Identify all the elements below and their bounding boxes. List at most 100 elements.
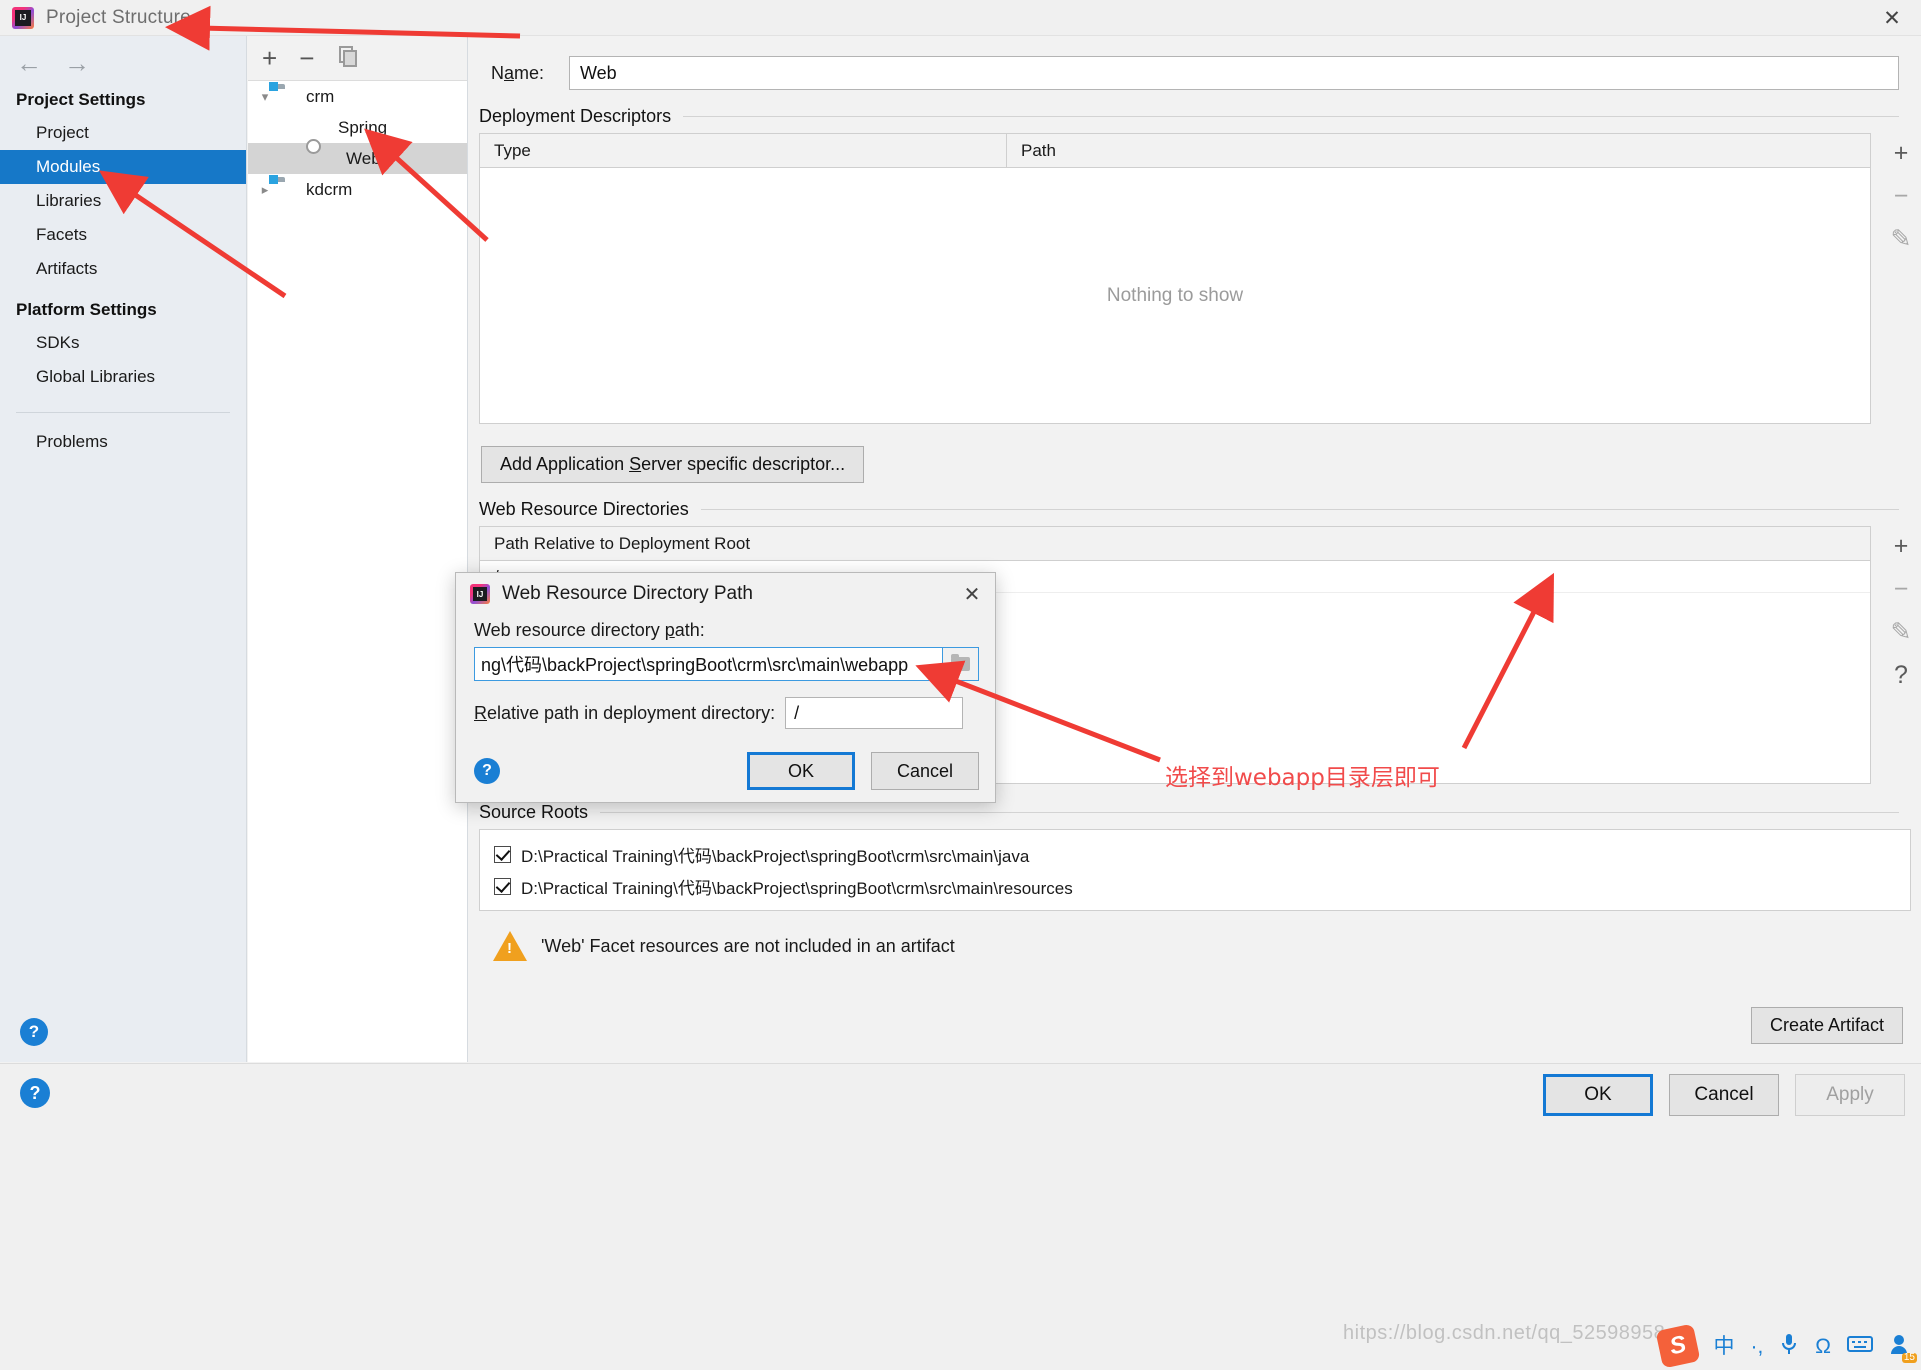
web-resource-directories-toolbar: + − ✎ ?: [1881, 526, 1921, 688]
sidebar-group-project-settings: Project Settings: [16, 90, 146, 109]
checkbox-checked-icon[interactable]: [494, 877, 511, 895]
source-roots-list: D:\Practical Training\代码\backProject\spr…: [479, 829, 1911, 911]
remove-module-button[interactable]: −: [299, 45, 314, 71]
chinese-mode-icon[interactable]: 中: [1713, 1336, 1734, 1357]
annotation-note: 选择到webapp目录层即可: [1165, 765, 1440, 791]
sogou-logo-icon[interactable]: S: [1655, 1323, 1702, 1369]
tree-node-label: kdcrm: [306, 179, 353, 199]
section-title: Source Roots: [479, 802, 589, 822]
help-icon[interactable]: ?: [20, 1018, 48, 1046]
module-name-row: Name:: [469, 36, 1921, 90]
web-resource-directories-heading: Web Resource Directories: [469, 483, 1921, 526]
tree-node-crm[interactable]: ▾ crm: [248, 81, 467, 112]
close-icon[interactable]: ✕: [959, 582, 985, 606]
ime-taskbar: S 中 ·, Ω 15: [1655, 1322, 1921, 1370]
keyboard-icon[interactable]: [1847, 1334, 1873, 1358]
remove-descriptor-icon[interactable]: −: [1894, 184, 1909, 209]
window-title: Project Structure: [46, 6, 191, 28]
module-name-input[interactable]: [569, 56, 1899, 90]
list-item[interactable]: D:\Practical Training\代码\backProject\spr…: [480, 838, 1910, 870]
mic-icon[interactable]: [1779, 1332, 1799, 1360]
footer-buttons: OK Cancel Apply: [1543, 1074, 1905, 1116]
cancel-button[interactable]: Cancel: [1669, 1074, 1779, 1116]
sidebar-item-sdks[interactable]: SDKs: [0, 326, 246, 360]
create-artifact-button[interactable]: Create Artifact: [1750, 1007, 1903, 1044]
web-resource-path-input[interactable]: [474, 647, 942, 681]
warning-triangle-icon: [493, 931, 527, 961]
checkbox-checked-icon[interactable]: [494, 845, 511, 863]
add-module-button[interactable]: +: [262, 45, 277, 71]
section-title: Deployment Descriptors: [479, 106, 672, 126]
chevron-right-icon[interactable]: ▸: [254, 182, 276, 198]
dialog-title: Web Resource Directory Path: [502, 583, 753, 604]
sidebar-item-modules[interactable]: Modules: [0, 150, 246, 184]
intellij-idea-logo-icon: [470, 584, 490, 604]
tree-node-label: Spring: [338, 117, 388, 137]
module-tree-toolbar: + −: [248, 36, 467, 81]
web-resource-path-row: [456, 647, 995, 681]
omega-symbol-icon[interactable]: Ω: [1815, 1336, 1831, 1357]
arrow-right-icon[interactable]: →: [64, 50, 90, 76]
user-icon[interactable]: 15: [1889, 1333, 1917, 1363]
artifact-warning: 'Web' Facet resources are not included i…: [469, 911, 1921, 961]
folder-module-icon: [276, 181, 298, 199]
tree-node-spring[interactable]: Spring: [248, 112, 467, 143]
section-rule: [700, 509, 1899, 510]
module-tree-panel: + − ▾ crm Spring Web ▸ kdcrm: [248, 36, 468, 1062]
column-header-path-relative: Path Relative to Deployment Root: [480, 527, 1870, 561]
intellij-idea-logo-icon: [12, 6, 34, 29]
settings-sidebar: ← → Project Settings Project Modules Lib…: [0, 36, 247, 1062]
copy-icon[interactable]: [336, 44, 360, 72]
web-facet-icon: [316, 150, 338, 168]
web-resource-directory-path-dialog: Web Resource Directory Path ✕ Web resour…: [455, 572, 996, 803]
dialog-cancel-button[interactable]: Cancel: [871, 752, 979, 790]
help-web-resource-icon[interactable]: ?: [1894, 663, 1908, 688]
spring-facet-icon: [308, 119, 330, 137]
ok-button[interactable]: OK: [1543, 1074, 1653, 1116]
sidebar-item-facets[interactable]: Facets: [0, 218, 246, 252]
sidebar-group-platform-settings: Platform Settings: [16, 300, 157, 319]
sidebar-item-artifacts[interactable]: Artifacts: [0, 252, 246, 286]
section-rule: [683, 116, 1899, 117]
deployment-descriptors-table: Type Path Nothing to show: [479, 133, 1871, 424]
column-header-path: Path: [1021, 140, 1056, 160]
relative-path-input[interactable]: [785, 697, 964, 729]
list-item[interactable]: D:\Practical Training\代码\backProject\spr…: [480, 870, 1910, 902]
add-application-server-descriptor-button[interactable]: Add Application Server specific descript…: [481, 446, 865, 483]
sidebar-item-project[interactable]: Project: [0, 116, 246, 150]
module-name-label: Name:: [491, 62, 545, 83]
help-icon[interactable]: ?: [474, 758, 500, 784]
module-detail-panel: Name: Deployment Descriptors Type Path N…: [469, 36, 1921, 1062]
dialog-buttons-row: ? OK Cancel: [456, 752, 995, 790]
deployment-descriptors-heading: Deployment Descriptors: [469, 90, 1921, 133]
tree-node-kdcrm[interactable]: ▸ kdcrm: [248, 174, 467, 205]
sidebar-item-problems[interactable]: Problems: [0, 425, 246, 459]
chevron-down-icon[interactable]: ▾: [254, 89, 276, 105]
sidebar-divider: [16, 412, 230, 413]
arrow-left-icon[interactable]: ←: [16, 50, 42, 76]
sidebar-item-libraries[interactable]: Libraries: [0, 184, 246, 218]
dialog-ok-button[interactable]: OK: [747, 752, 855, 790]
tree-node-web[interactable]: Web: [248, 143, 467, 174]
remove-web-resource-icon[interactable]: −: [1894, 577, 1909, 602]
tree-node-label: Web: [346, 148, 381, 168]
add-web-resource-icon[interactable]: +: [1894, 534, 1909, 559]
empty-state-text: Nothing to show: [480, 168, 1870, 423]
dialog-titlebar: Web Resource Directory Path ✕: [456, 573, 995, 615]
punctuation-icon[interactable]: ·,: [1750, 1336, 1763, 1357]
close-icon[interactable]: ✕: [1877, 4, 1907, 32]
relative-path-row: Relative path in deployment directory:: [456, 681, 995, 729]
sidebar-nav: ← →: [0, 36, 246, 76]
add-descriptor-icon[interactable]: +: [1894, 141, 1909, 166]
sidebar-item-global-libraries[interactable]: Global Libraries: [0, 360, 246, 394]
apply-button[interactable]: Apply: [1795, 1074, 1905, 1116]
folder-browse-icon[interactable]: [942, 647, 979, 681]
edit-descriptor-icon[interactable]: ✎: [1891, 227, 1912, 252]
watermark-text: hitps://blog.csdn.net/qq_52598958: [1343, 1322, 1666, 1344]
source-root-path: D:\Practical Training\代码\backProject\spr…: [521, 846, 1030, 866]
section-title: Web Resource Directories: [479, 499, 689, 519]
artifact-warning-text: 'Web' Facet resources are not included i…: [541, 935, 955, 956]
web-resource-path-label: Web resource directory path:: [474, 620, 705, 640]
edit-web-resource-icon[interactable]: ✎: [1891, 620, 1912, 645]
help-icon[interactable]: ?: [20, 1078, 50, 1108]
